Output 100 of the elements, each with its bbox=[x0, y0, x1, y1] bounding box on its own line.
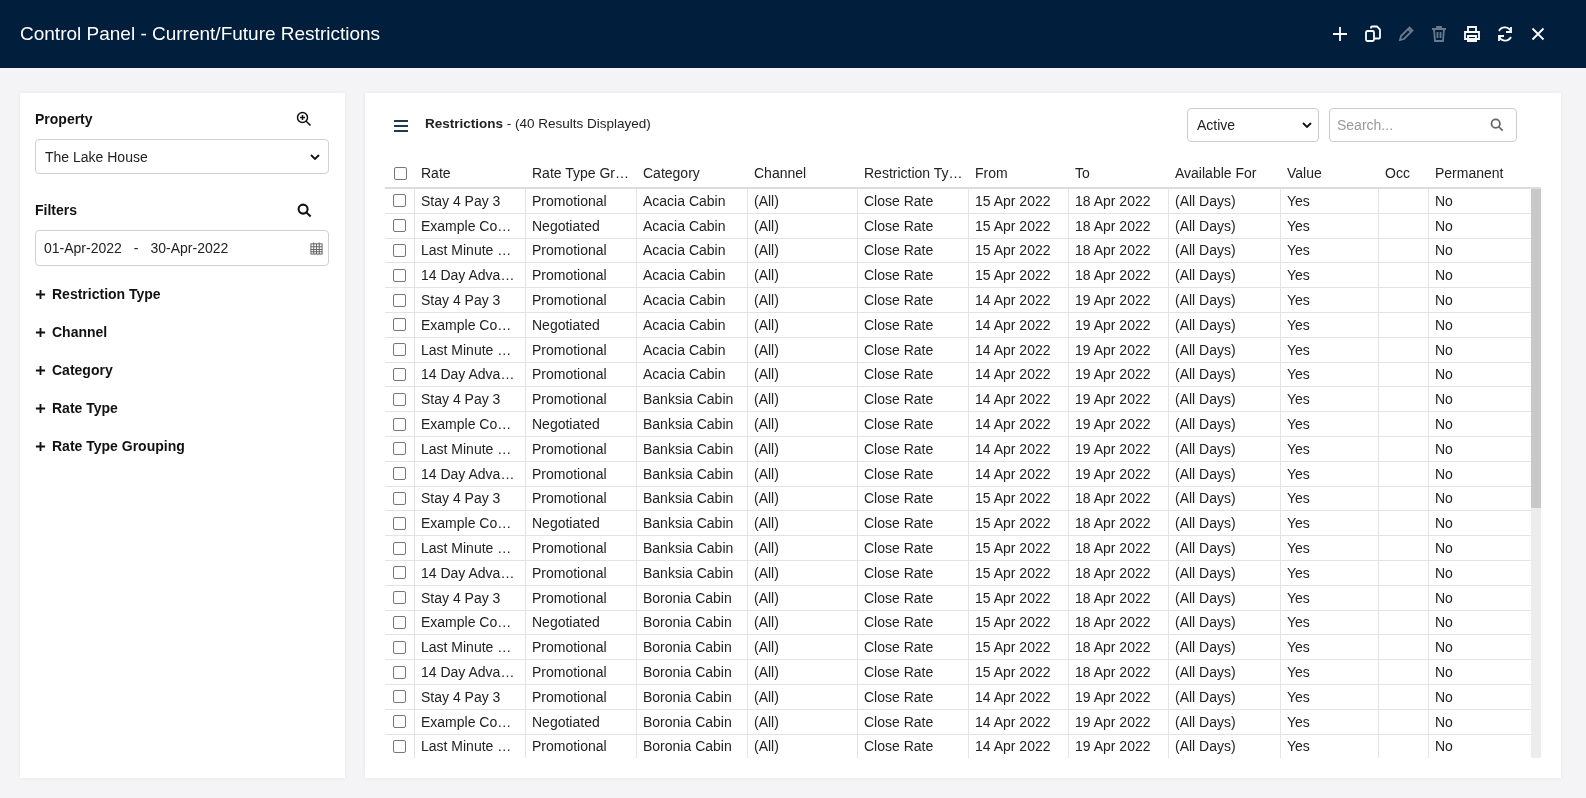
table-cell: Promotional bbox=[532, 664, 607, 681]
chevron-down-icon bbox=[310, 153, 320, 160]
table-cell: No bbox=[1435, 341, 1453, 358]
status-dropdown[interactable]: Active bbox=[1187, 108, 1319, 142]
search-icon[interactable] bbox=[297, 202, 312, 218]
table-cell: Banksia Cabin bbox=[643, 515, 734, 532]
menu-icon[interactable] bbox=[393, 119, 409, 133]
row-checkbox[interactable] bbox=[393, 467, 406, 481]
table-cell: Yes bbox=[1287, 440, 1310, 457]
column-header[interactable]: Value bbox=[1287, 165, 1322, 181]
column-header[interactable]: Occ bbox=[1385, 165, 1410, 181]
column-header[interactable]: Restriction Ty… bbox=[864, 165, 963, 181]
table-cell: 15 Apr 2022 bbox=[975, 217, 1051, 234]
row-checkbox[interactable] bbox=[393, 516, 406, 530]
table-cell: (All Days) bbox=[1175, 738, 1236, 755]
table-cell: Boronia Cabin bbox=[643, 664, 732, 681]
table-cell: Yes bbox=[1287, 540, 1310, 557]
table-cell: No bbox=[1435, 688, 1453, 705]
table-cell: Yes bbox=[1287, 738, 1310, 755]
table-cell: (All Days) bbox=[1175, 341, 1236, 358]
column-header[interactable]: Permanent bbox=[1435, 165, 1504, 181]
table-cell: Yes bbox=[1287, 267, 1310, 284]
row-checkbox[interactable] bbox=[393, 244, 406, 257]
row-checkbox[interactable] bbox=[393, 417, 406, 431]
filter-group-toggle[interactable]: Restriction Type bbox=[35, 284, 161, 304]
row-checkbox[interactable] bbox=[393, 566, 406, 580]
row-checkbox[interactable] bbox=[393, 268, 406, 282]
scrollbar[interactable] bbox=[1531, 189, 1541, 758]
row-checkbox[interactable] bbox=[393, 739, 406, 753]
refresh-icon[interactable] bbox=[1495, 24, 1515, 44]
date-range-field[interactable]: 01-Apr-2022 - 30-Apr-2022 bbox=[35, 230, 329, 266]
table-cell: (All) bbox=[754, 614, 779, 631]
table-cell: Last Minute … bbox=[421, 540, 512, 557]
table-cell: Acacia Cabin bbox=[643, 192, 726, 209]
column-header[interactable]: Channel bbox=[754, 165, 807, 181]
table-cell: 19 Apr 2022 bbox=[1075, 738, 1151, 755]
row-checkbox[interactable] bbox=[393, 293, 406, 307]
table-cell: No bbox=[1435, 589, 1453, 606]
row-checkbox[interactable] bbox=[393, 219, 406, 233]
row-checkbox[interactable] bbox=[393, 491, 406, 505]
row-checkbox[interactable] bbox=[393, 690, 406, 704]
row-checkbox[interactable] bbox=[393, 665, 406, 679]
row-checkbox[interactable] bbox=[393, 615, 406, 629]
printer-icon[interactable] bbox=[1462, 24, 1482, 44]
row-checkbox[interactable] bbox=[393, 541, 406, 555]
table-cell: Banksia Cabin bbox=[643, 391, 734, 408]
row-checkbox[interactable] bbox=[393, 392, 406, 406]
select-all-checkbox[interactable] bbox=[393, 166, 407, 180]
table-cell: Example Co… bbox=[421, 416, 512, 433]
column-header[interactable]: Category bbox=[643, 165, 700, 181]
plus-icon[interactable] bbox=[1330, 24, 1350, 44]
table-cell: 18 Apr 2022 bbox=[1075, 639, 1151, 656]
column-header[interactable]: From bbox=[975, 165, 1008, 181]
search-field[interactable]: Search... bbox=[1329, 108, 1517, 142]
table-cell: 18 Apr 2022 bbox=[1075, 515, 1151, 532]
table-cell: Close Rate bbox=[864, 440, 934, 457]
filter-group-toggle[interactable]: Category bbox=[35, 360, 113, 380]
table-cell: No bbox=[1435, 440, 1453, 457]
table-cell: No bbox=[1435, 540, 1453, 557]
table-cell: 14 Apr 2022 bbox=[975, 391, 1051, 408]
property-dropdown[interactable]: The Lake House bbox=[35, 139, 329, 174]
table-cell: 19 Apr 2022 bbox=[1075, 316, 1151, 333]
table-cell: Promotional bbox=[532, 738, 607, 755]
row-checkbox[interactable] bbox=[393, 343, 406, 357]
table-cell: Banksia Cabin bbox=[643, 465, 734, 482]
column-header[interactable]: Rate Type Gr… bbox=[532, 165, 629, 181]
table-cell: No bbox=[1435, 564, 1453, 581]
row-checkbox[interactable] bbox=[393, 591, 406, 605]
table-cell: (All) bbox=[754, 738, 779, 755]
table-cell: 18 Apr 2022 bbox=[1075, 564, 1151, 581]
column-header[interactable]: Rate bbox=[421, 165, 451, 181]
table-cell: (All Days) bbox=[1175, 391, 1236, 408]
row-checkbox[interactable] bbox=[393, 318, 406, 332]
table-cell: Banksia Cabin bbox=[643, 440, 734, 457]
filter-group-toggle[interactable]: Rate Type Grouping bbox=[35, 436, 185, 456]
column-header[interactable]: To bbox=[1075, 165, 1090, 181]
filters-label: Filters bbox=[35, 202, 77, 218]
table-cell: 18 Apr 2022 bbox=[1075, 267, 1151, 284]
row-checkbox[interactable] bbox=[393, 715, 406, 729]
table-cell: Close Rate bbox=[864, 192, 934, 209]
zoom-in-icon[interactable] bbox=[296, 111, 312, 127]
table-cell: Yes bbox=[1287, 192, 1310, 209]
column-header[interactable]: Available For bbox=[1175, 165, 1257, 181]
table-cell: No bbox=[1435, 217, 1453, 234]
row-checkbox[interactable] bbox=[393, 640, 406, 654]
filter-group-toggle[interactable]: Channel bbox=[35, 322, 108, 342]
copy-icon[interactable] bbox=[1363, 24, 1383, 44]
calendar-icon[interactable] bbox=[310, 241, 323, 255]
row-checkbox[interactable] bbox=[393, 442, 406, 456]
table-cell: (All Days) bbox=[1175, 515, 1236, 532]
table-cell: Example Co… bbox=[421, 614, 512, 631]
table-cell: 14 Day Adva… bbox=[421, 267, 515, 284]
filter-group-toggle[interactable]: Rate Type bbox=[35, 398, 118, 418]
row-checkbox[interactable] bbox=[393, 194, 406, 208]
table-cell: Promotional bbox=[532, 564, 607, 581]
table-cell: 15 Apr 2022 bbox=[975, 639, 1051, 656]
table-cell: Yes bbox=[1287, 490, 1310, 507]
row-checkbox[interactable] bbox=[393, 367, 406, 381]
table-cell: 14 Apr 2022 bbox=[975, 292, 1051, 309]
table-cell: Negotiated bbox=[532, 515, 600, 532]
